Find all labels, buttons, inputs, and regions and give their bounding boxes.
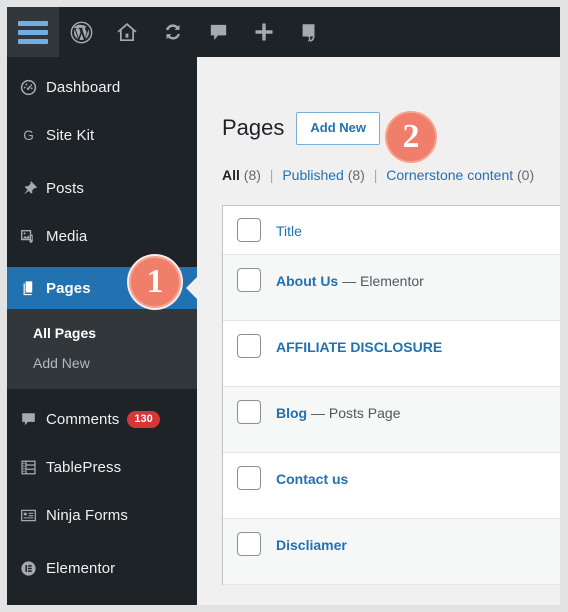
sidebar-item-elementor[interactable]: Elementor [7, 551, 197, 586]
sidebar-item-ninja-forms[interactable]: Ninja Forms [7, 498, 197, 533]
sidebar-item-label: Media [46, 228, 88, 245]
filter-separator: | [373, 166, 378, 183]
table-row: About Us — Elementor [223, 254, 560, 321]
row-checkbox[interactable] [237, 333, 261, 358]
page-title-note: — Posts Page [307, 404, 401, 421]
row-checkbox[interactable] [237, 465, 261, 490]
comments-count-badge: 130 [127, 411, 160, 428]
column-header-title[interactable]: Title [276, 218, 302, 242]
sidebar-item-site-kit[interactable]: G Site Kit [7, 118, 197, 153]
tablepress-icon [20, 459, 46, 476]
submenu-item-all-pages[interactable]: All Pages [7, 318, 197, 348]
media-icon [20, 228, 46, 245]
page-title-link[interactable]: About Us [276, 273, 338, 289]
page-title-link[interactable]: AFFILIATE DISCLOSURE [276, 339, 442, 355]
elementor-icon [20, 560, 46, 577]
sidebar-item-label: Site Kit [46, 127, 95, 144]
comment-bubble-icon [20, 411, 46, 428]
admin-toolbar [7, 7, 560, 57]
row-title-cell: AFFILIATE DISCLOSURE [276, 334, 442, 358]
current-menu-arrow-icon [186, 277, 197, 299]
wordpress-admin-screen: Dashboard G Site Kit Posts Media Pages A… [7, 7, 560, 605]
table-row: AFFILIATE DISCLOSURE [223, 321, 560, 387]
sidebar-item-label: Elementor [46, 560, 116, 577]
table-row: Discliamer [223, 518, 560, 585]
filter-count-all: (8) [243, 166, 261, 183]
page-title-link[interactable]: Discliamer [276, 537, 347, 553]
sidebar-item-label: Dashboard [46, 79, 121, 96]
sidebar-item-posts[interactable]: Posts [7, 171, 197, 206]
menu-toggle-bar [18, 29, 48, 35]
pages-list-table: Title About Us — Elementor AFFILIATE DIS… [222, 204, 560, 585]
pages-icon [20, 280, 46, 297]
step-badge-1: 1 [129, 256, 181, 308]
comments-icon[interactable] [196, 7, 241, 57]
filter-count-cornerstone: (0) [517, 166, 535, 183]
menu-toggle-bar [18, 38, 48, 44]
new-content-icon[interactable] [241, 7, 287, 57]
table-row: Blog — Posts Page [223, 386, 560, 453]
page-title: Pages [222, 115, 285, 140]
site-home-icon[interactable] [104, 7, 150, 57]
filter-link-published[interactable]: Published [282, 167, 344, 183]
sidebar-item-comments[interactable]: Comments 130 [7, 402, 197, 437]
admin-sidebar-menu: Dashboard G Site Kit Posts Media Pages A… [7, 57, 197, 605]
sidebar-item-tablepress[interactable]: TablePress [7, 450, 197, 485]
pin-icon [20, 180, 46, 197]
page-title-link[interactable]: Contact us [276, 471, 348, 487]
yoast-seo-icon[interactable] [287, 7, 331, 57]
table-row: Contact us [223, 453, 560, 519]
select-all-checkbox[interactable] [237, 217, 261, 242]
ninja-forms-icon [20, 507, 46, 524]
main-content-area: Pages Add New All (8) | Published (8) | … [197, 57, 560, 605]
updates-icon[interactable] [150, 7, 196, 57]
filter-separator: | [269, 166, 274, 183]
page-title-link[interactable]: Blog [276, 405, 307, 421]
sidebar-item-media[interactable]: Media [7, 219, 197, 254]
submenu-item-add-new[interactable]: Add New [7, 348, 197, 378]
row-title-cell: About Us — Elementor [276, 268, 424, 292]
sidebar-item-label: TablePress [46, 459, 122, 476]
filter-count-published: (8) [347, 166, 365, 183]
step-badge-2: 2 [385, 111, 437, 163]
add-new-button[interactable]: Add New [296, 112, 381, 145]
sidebar-item-label: Comments [46, 411, 120, 428]
page-header: Pages Add New [222, 57, 545, 145]
sidebar-item-label: Posts [46, 180, 85, 197]
menu-toggle-bar [18, 20, 48, 26]
dashboard-icon [20, 79, 46, 96]
page-title-note: — Elementor [338, 272, 424, 289]
filter-link-all[interactable]: All [222, 167, 240, 183]
site-kit-icon: G [20, 127, 46, 144]
sidebar-item-label: Pages [46, 279, 91, 297]
svg-text:G: G [23, 128, 34, 143]
row-checkbox[interactable] [237, 531, 261, 556]
wordpress-logo-icon[interactable] [59, 7, 104, 57]
row-checkbox[interactable] [237, 399, 261, 424]
sidebar-item-label: Ninja Forms [46, 507, 128, 524]
row-title-cell: Contact us [276, 466, 348, 490]
pages-submenu: All Pages Add New [7, 309, 197, 389]
menu-toggle-icon[interactable] [7, 7, 59, 57]
sidebar-item-dashboard[interactable]: Dashboard [7, 70, 197, 105]
row-title-cell: Discliamer [276, 532, 347, 556]
row-checkbox[interactable] [237, 267, 261, 292]
row-title-cell: Blog — Posts Page [276, 400, 401, 424]
status-filter-links: All (8) | Published (8) | Cornerstone co… [222, 167, 545, 183]
filter-link-cornerstone[interactable]: Cornerstone content [386, 167, 513, 183]
table-header-row: Title [223, 205, 560, 255]
